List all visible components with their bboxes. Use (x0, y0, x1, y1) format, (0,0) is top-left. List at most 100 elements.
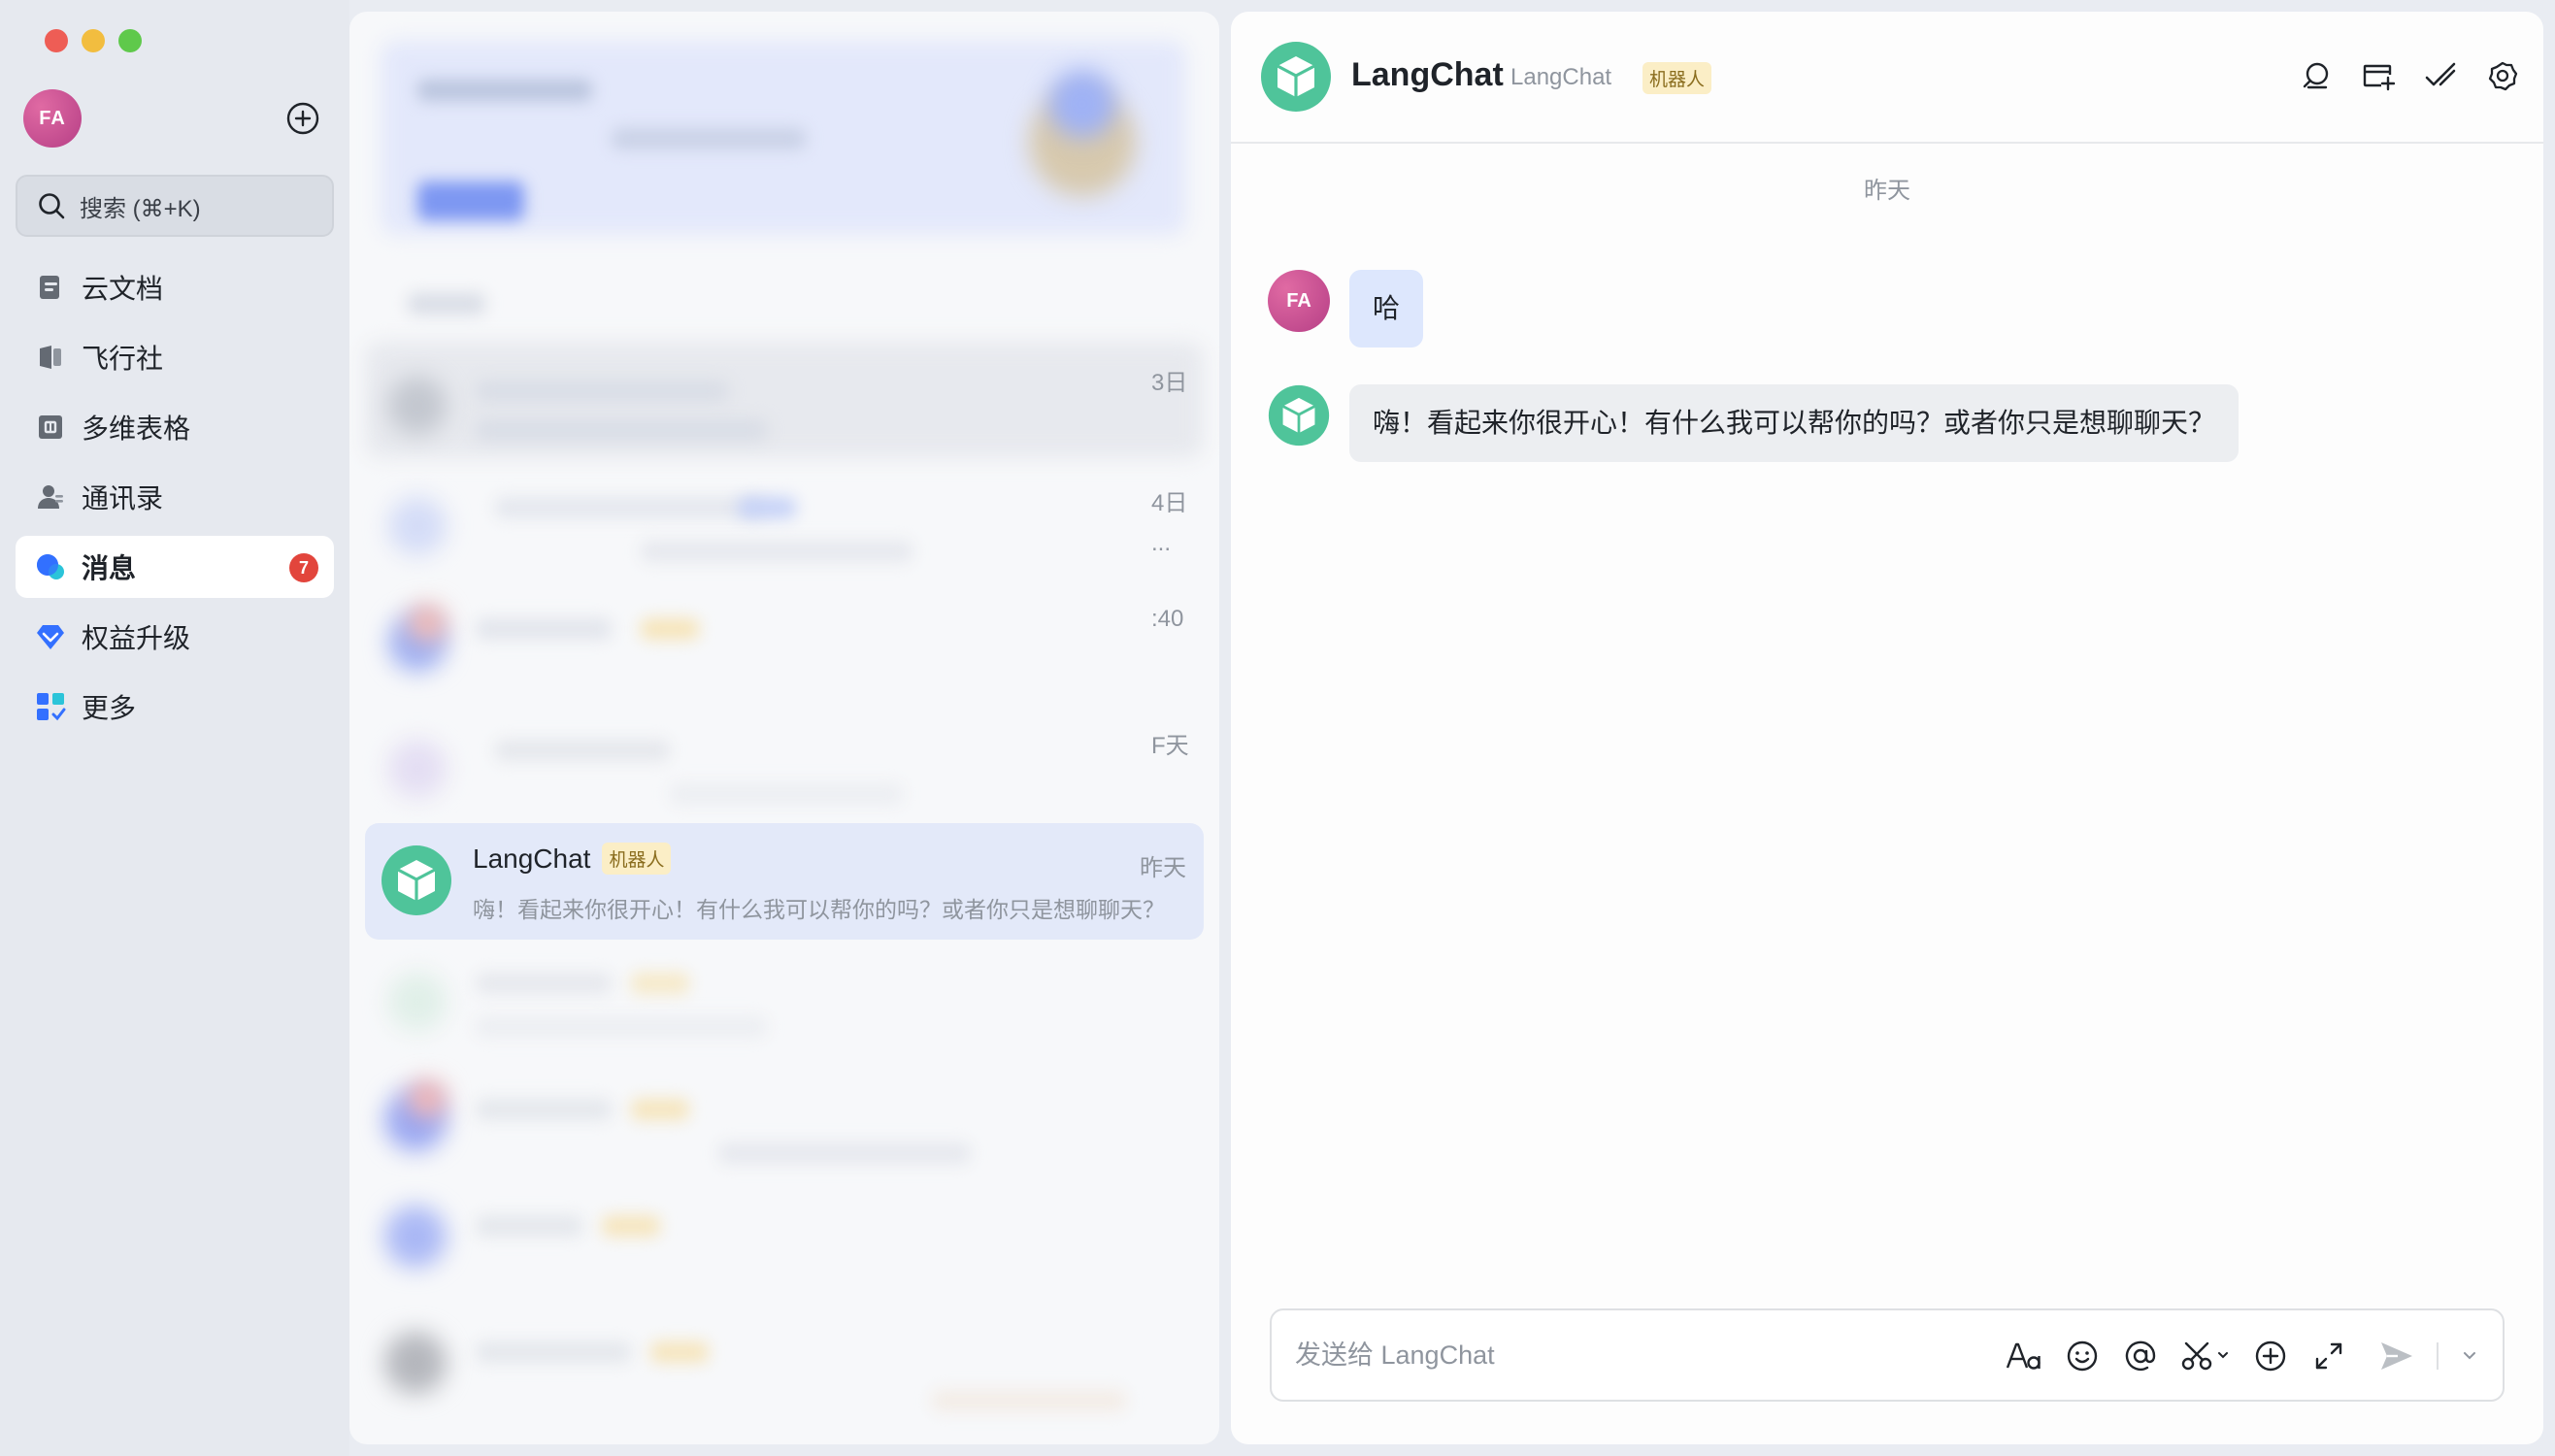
bot-avatar (381, 844, 452, 921)
community-icon (35, 342, 66, 373)
search-placeholder: 搜索 (⌘+K) (80, 195, 201, 222)
chevron-down-icon (2464, 1352, 2475, 1360)
screenshot-button[interactable] (2180, 1338, 2231, 1374)
bot-avatar[interactable] (1268, 384, 1330, 451)
date-separator: 昨天 (1864, 178, 1910, 204)
mention-button[interactable] (2122, 1338, 2159, 1374)
apps-grid-icon (35, 691, 66, 722)
search-chat-button[interactable] (2299, 58, 2334, 93)
user-avatar[interactable]: FA (1268, 270, 1330, 332)
search-chat-icon (2303, 62, 2329, 89)
sidebar-item-label: 通讯录 (82, 483, 164, 513)
send-icon (2381, 1342, 2412, 1370)
sidebar-item-base[interactable]: 多维表格 (16, 396, 334, 458)
chat-bot-avatar[interactable] (1260, 41, 1332, 117)
sidebar-item-contacts[interactable]: 通讯录 (16, 466, 334, 528)
sidebar: FA 搜索 (⌘+K) 云文档 飞行社 多维表格 通讯录 消息 7 权益升级 更… (0, 0, 349, 1456)
chat-subtitle: LangChat (1510, 64, 1612, 90)
maximize-window-button[interactable] (118, 29, 142, 52)
cube-icon (1261, 42, 1331, 112)
conversation-preview: 嗨！看起来你很开心！有什么我可以帮你的吗？或者你只是想聊聊天？ (473, 897, 1165, 922)
settings-button[interactable] (2485, 58, 2520, 93)
sidebar-item-label: 权益升级 (82, 623, 191, 653)
chat-header-actions (2299, 58, 2520, 93)
gear-icon (2488, 61, 2518, 91)
blurred-content (388, 377, 447, 435)
expand-composer-button[interactable] (2310, 1338, 2347, 1374)
send-button[interactable] (2378, 1338, 2415, 1374)
message-row: FA 哈 (1268, 270, 1424, 347)
blurred-content (612, 128, 806, 149)
search-input[interactable]: 搜索 (⌘+K) (16, 175, 334, 237)
text-format-icon (2006, 1342, 2041, 1370)
expand-icon (2315, 1342, 2342, 1370)
conversation-title: LangChat (473, 843, 591, 874)
contacts-icon (35, 481, 66, 513)
blurred-content (476, 973, 612, 994)
blurred-content (408, 604, 447, 643)
list-item-time: 3日 (1151, 370, 1188, 396)
blurred-content (476, 1341, 631, 1363)
chat-title[interactable]: LangChat (1351, 56, 1504, 94)
blurred-content (417, 182, 524, 220)
message-row: 嗨！看起来你很开心！有什么我可以帮你的吗？或者你只是想聊聊天？ (1268, 384, 2240, 462)
mark-done-button[interactable] (2423, 58, 2458, 93)
sidebar-item-label: 飞行社 (82, 344, 164, 374)
sidebar-item-label: 消息 (82, 553, 137, 583)
plus-circle-icon (2255, 1340, 2286, 1372)
blurred-content (631, 973, 689, 994)
list-item-time: ... (1151, 530, 1172, 556)
blurred-content (476, 1016, 767, 1038)
blurred-content (932, 1390, 1126, 1411)
add-button[interactable] (285, 101, 320, 136)
window-plus-icon (2363, 64, 2395, 91)
blurred-content (1048, 70, 1116, 138)
list-item-time: F天 (1151, 733, 1189, 759)
docs-icon (35, 272, 66, 303)
add-attachment-button[interactable] (2252, 1338, 2289, 1374)
blurred-content (670, 783, 903, 805)
user-avatar[interactable]: FA (23, 89, 82, 148)
bot-tag: 机器人 (602, 843, 672, 875)
format-text-button[interactable] (2006, 1338, 2042, 1374)
message-composer[interactable] (1270, 1308, 2505, 1402)
composer-toolbar (2006, 1338, 2479, 1374)
sidebar-item-docs[interactable]: 云文档 (16, 256, 334, 318)
blurred-content (631, 1099, 689, 1120)
bot-tag: 机器人 (1642, 62, 1712, 94)
blurred-content (641, 541, 912, 562)
blurred-content (602, 1215, 660, 1237)
message-bubble-bot[interactable]: 嗨！看起来你很开心！有什么我可以帮你的吗？或者你只是想聊聊天？ (1349, 384, 2240, 462)
blurred-content (408, 293, 485, 314)
add-tab-button[interactable] (2361, 58, 2396, 93)
blurred-content (476, 618, 612, 640)
minimize-window-button[interactable] (82, 29, 105, 52)
blurred-content (476, 381, 728, 402)
base-table-icon (35, 412, 66, 443)
close-window-button[interactable] (45, 29, 68, 52)
search-icon (39, 193, 65, 219)
blurred-content (476, 1099, 612, 1120)
window-controls (45, 29, 142, 52)
cube-icon (382, 845, 451, 915)
sidebar-item-label: 云文档 (82, 274, 164, 304)
sidebar-item-more[interactable]: 更多 (16, 676, 334, 738)
message-bubble-user[interactable]: 哈 (1349, 270, 1424, 347)
upgrade-diamond-icon (35, 621, 66, 652)
blurred-content (384, 1206, 447, 1268)
list-item-time: :40 (1151, 606, 1184, 632)
conversation-item-langchat[interactable]: LangChat 机器人 昨天 嗨！看起来你很开心！有什么我可以帮你的吗？或者你… (365, 823, 1204, 940)
sidebar-item-upgrade[interactable]: 权益升级 (16, 606, 334, 668)
blurred-content (476, 419, 767, 441)
send-options-button[interactable] (2460, 1338, 2479, 1374)
messages-icon (35, 551, 66, 582)
chat-header: LangChat LangChat 机器人 (1231, 12, 2543, 144)
scissors-icon (2181, 1341, 2228, 1371)
emoji-button[interactable] (2064, 1338, 2101, 1374)
sidebar-item-messages[interactable]: 消息 7 (16, 536, 334, 598)
list-item-time: 4日 (1151, 490, 1188, 516)
blurred-content (384, 1332, 447, 1394)
message-input[interactable] (1295, 1336, 1974, 1374)
blurred-content (476, 1215, 582, 1237)
sidebar-item-community[interactable]: 飞行社 (16, 326, 334, 388)
